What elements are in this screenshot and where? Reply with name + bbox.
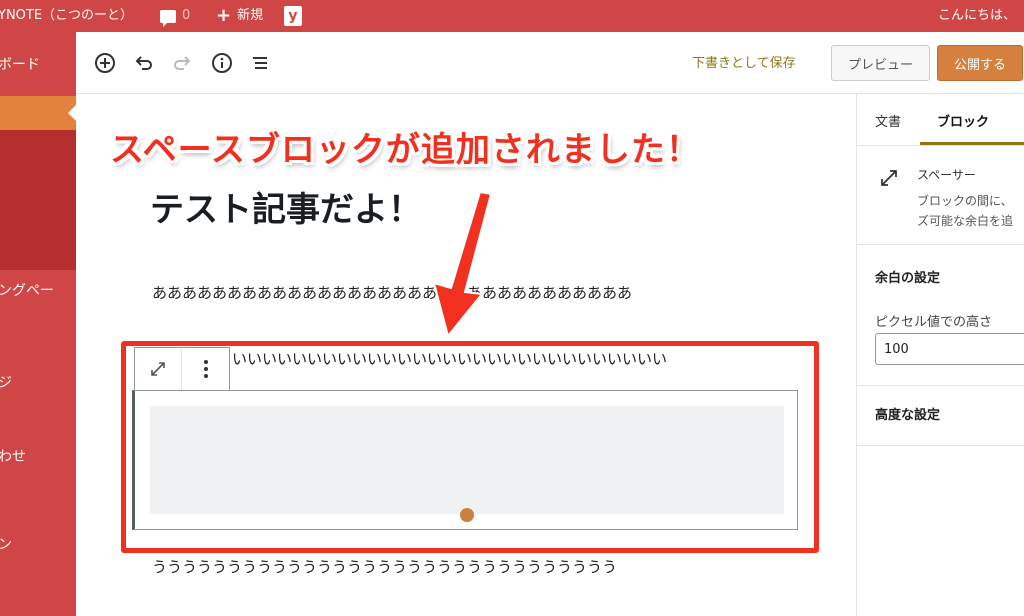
annotation-highlight-box <box>121 341 819 553</box>
editor-header: 下書きとして保存 プレビュー 公開する <box>76 32 1024 94</box>
resize-arrows-icon <box>881 170 897 186</box>
spacing-settings-heading[interactable]: 余白の設定 <box>875 267 940 286</box>
add-block-button[interactable] <box>93 51 117 75</box>
admin-menu: ボード ングペー ジ わせ ン <box>0 32 76 616</box>
outline-button[interactable] <box>248 51 272 75</box>
menu-item-current[interactable] <box>0 96 76 130</box>
greeting-text: こんにちは、 <box>937 8 1016 23</box>
paragraph-block[interactable]: ああああああああああああああああああああああああああああああああ <box>152 282 632 303</box>
info-button[interactable] <box>210 51 234 75</box>
spacing-settings-panel: 余白の設定 ピクセル値での高さ <box>857 244 1024 386</box>
admin-bar: YNOTE（こつのーと） 0 + 新規 y こんにちは、 <box>0 0 1024 32</box>
block-name: スペーサー <box>917 168 976 182</box>
height-input[interactable] <box>875 333 1024 365</box>
sidebar-tabs: 文書 ブロック <box>857 94 1024 146</box>
tab-document[interactable]: 文書 <box>875 111 901 130</box>
undo-button[interactable] <box>132 51 156 75</box>
comments-link[interactable]: 0 <box>160 0 190 32</box>
yoast-menu[interactable]: y <box>284 0 302 32</box>
height-label: ピクセル値での高さ <box>875 315 993 330</box>
advanced-settings-heading[interactable]: 高度な設定 <box>875 404 940 423</box>
comments-count: 0 <box>182 8 191 23</box>
block-description-line1: ブロックの間に、 <box>917 194 1013 208</box>
list-outline-icon <box>253 57 267 69</box>
redo-icon <box>174 56 191 70</box>
active-tab-indicator <box>920 142 1024 145</box>
site-name: YNOTE（こつのーと） <box>0 8 134 23</box>
yoast-icon: y <box>284 6 302 26</box>
info-icon <box>212 53 232 73</box>
save-draft-button[interactable]: 下書きとして保存 <box>692 52 796 71</box>
advanced-settings-panel: 高度な設定 <box>857 386 1024 446</box>
new-content-link[interactable]: + 新規 <box>216 0 263 32</box>
new-label: 新規 <box>237 8 264 23</box>
menu-item-page[interactable]: ジ <box>0 372 12 392</box>
annotation-caption: スペースブロックが追加されました！ <box>110 130 701 170</box>
preview-button[interactable]: プレビュー <box>831 45 930 81</box>
menu-item-contact[interactable]: わせ <box>0 446 26 466</box>
submenu <box>0 130 76 270</box>
settings-sidebar: 文書 ブロック スペーサー ブロックの間に、 ズ可能な余白を追 余白の設定 ピク… <box>856 94 1024 616</box>
publish-button[interactable]: 公開する <box>937 45 1023 81</box>
plus-icon: + <box>216 5 232 26</box>
menu-item-dashboard[interactable]: ボード <box>0 54 40 74</box>
comment-icon <box>160 9 176 27</box>
paragraph-block[interactable]: ううううううううううううううううううううううううううううううう <box>152 556 617 577</box>
site-name-link[interactable]: YNOTE（こつのーと） <box>0 0 133 32</box>
account-greeting[interactable]: こんにちは、 <box>938 0 1016 32</box>
menu-item-design[interactable]: ン <box>0 534 12 554</box>
plus-circle-icon <box>95 53 115 73</box>
tab-block[interactable]: ブロック <box>937 111 989 130</box>
redo-button[interactable] <box>170 51 194 75</box>
menu-item-landing[interactable]: ングペー <box>0 280 54 300</box>
post-title[interactable]: テスト記事だよ！ <box>150 182 422 231</box>
block-description-line2: ズ可能な余白を追 <box>917 214 1014 228</box>
undo-icon <box>135 56 152 70</box>
